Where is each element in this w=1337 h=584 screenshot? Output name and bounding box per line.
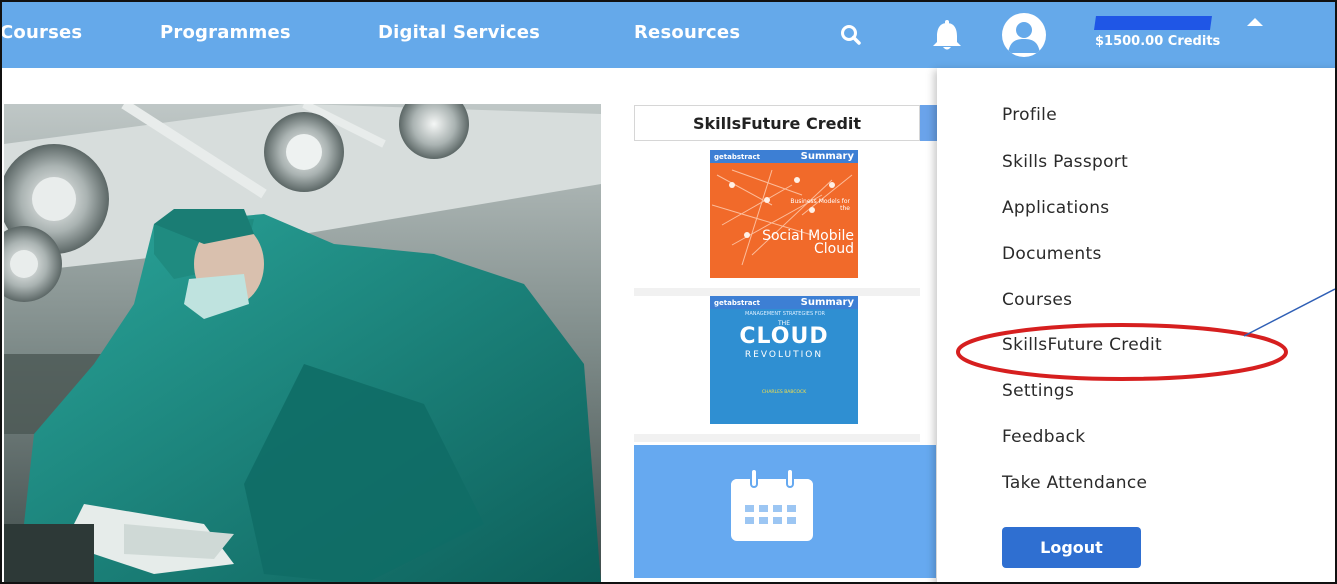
logout-button[interactable]: Logout [1002,527,1141,568]
menu-item-feedback[interactable]: Feedback [1002,427,1085,447]
menu-item-settings[interactable]: Settings [1002,381,1074,401]
nav-resources[interactable]: Resources [634,22,740,43]
nav-courses[interactable]: Courses [2,22,82,43]
book-brand: getabstract [714,298,761,307]
menu-item-profile[interactable]: Profile [1002,105,1057,125]
calendar-card[interactable] [634,445,936,578]
caret-up-icon[interactable] [1247,18,1263,26]
menu-item-courses[interactable]: Courses [1002,290,1072,310]
book-title: CLOUD [739,324,829,349]
book-header: getabstract Summary [710,150,858,163]
book-author: CHARLES BABCOCK [761,390,807,395]
screenshot-frame: Courses Programmes Digital Services Reso… [0,0,1337,584]
nav-digital-services[interactable]: Digital Services [378,22,540,43]
book-cover-cloud-revolution[interactable]: getabstract Summary MANAGEMENT STRATEGIE… [710,296,858,424]
user-avatar-icon[interactable] [1002,13,1046,57]
menu-item-documents[interactable]: Documents [1002,244,1102,264]
divider [634,288,920,296]
nav-programmes[interactable]: Programmes [160,22,291,43]
menu-item-skills-passport[interactable]: Skills Passport [1002,152,1128,172]
tab-skillsfuture-credit[interactable]: SkillsFuture Credit [634,105,920,141]
tab-edge-accent [920,105,938,141]
book-title: Social Mobile Cloud [762,228,854,257]
top-nav-bar: Courses Programmes Digital Services Reso… [2,2,1335,68]
user-dropdown-menu [937,68,1335,582]
book-brand: getabstract [714,152,761,161]
menu-item-skillsfuture-credit[interactable]: SkillsFuture Credit [1002,335,1162,355]
tab-label: SkillsFuture Credit [692,113,862,133]
divider [634,434,920,442]
hero-image-surgeons [4,104,601,582]
network-pattern [712,169,853,266]
book-badge: Summary [800,297,854,308]
credit-balance: $1500.00 Credits [1095,34,1221,49]
book-cover-social-mobile-cloud[interactable]: getabstract Summary Business Models for … [710,150,858,278]
book-subtitle: REVOLUTION [744,350,824,360]
menu-item-applications[interactable]: Applications [1002,198,1109,218]
menu-item-take-attendance[interactable]: Take Attendance [1002,473,1147,493]
book-subtitle: Business Models for the [790,198,850,212]
book-badge: Summary [800,151,854,162]
redacted-username [1094,16,1212,30]
search-icon[interactable] [838,22,864,48]
bell-icon[interactable] [930,18,964,52]
calendar-icon [731,469,813,541]
book-kicker: MANAGEMENT STRATEGIES FOR [745,311,825,317]
book-header: getabstract Summary [710,296,858,309]
